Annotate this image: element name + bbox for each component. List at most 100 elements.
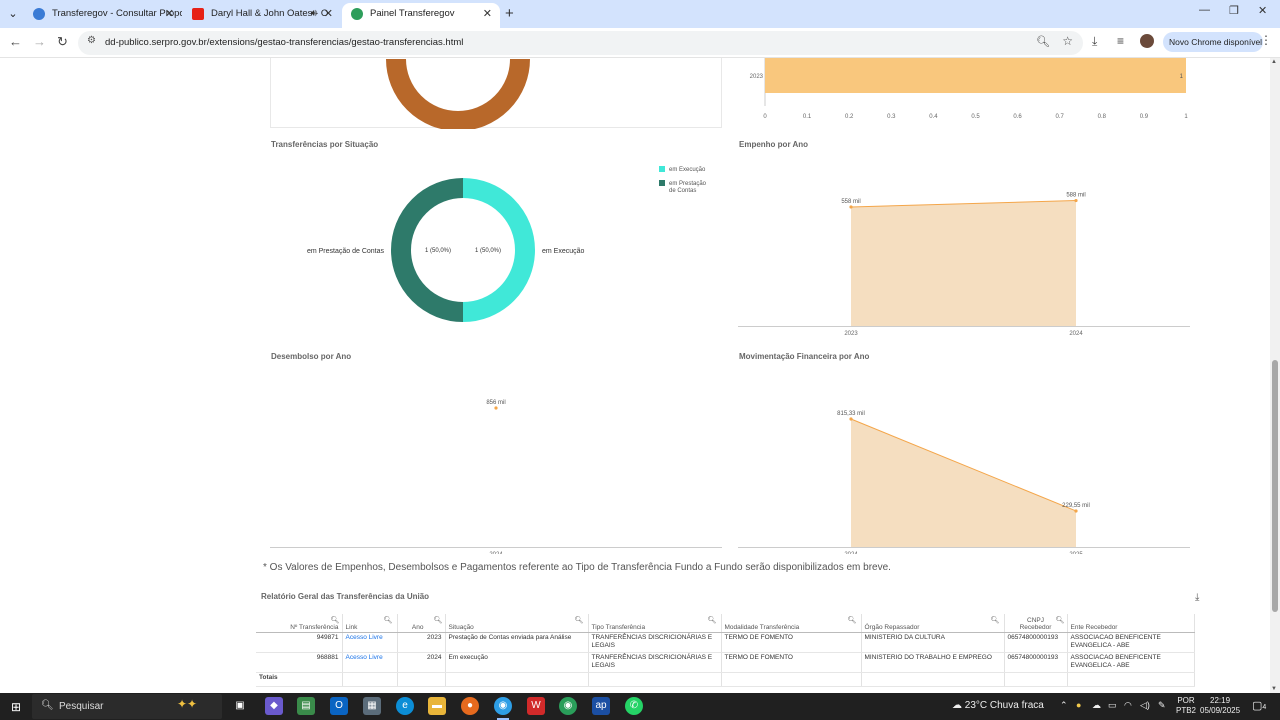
table-row[interactable]: 949871 Acesso Livre 2023 Prestação de Co…	[256, 632, 1195, 653]
minimize-icon[interactable]: —	[1199, 4, 1210, 16]
scrollbar-thumb[interactable]	[1272, 360, 1278, 612]
tab-painel-transferegov[interactable]: Painel Transferegov ✕	[342, 3, 500, 28]
point-data-label: 815,33 mil	[837, 411, 865, 417]
edge-icon[interactable]: e	[396, 697, 414, 715]
tab-youtube-music[interactable]: Daryl Hall & John Oates - O 🔊︎ ✕	[183, 3, 341, 28]
wps-office-icon[interactable]: W	[527, 697, 545, 715]
scroll-up-icon[interactable]: ▲	[1271, 59, 1277, 65]
battery-icon[interactable]: ▭	[1108, 700, 1117, 711]
weather-widget[interactable]: ☁ 23°C Chuva fraca	[952, 700, 1044, 711]
reload-icon[interactable]: ↻	[57, 34, 68, 50]
site-info-icon[interactable]: ⚙	[87, 35, 96, 46]
col-header-ente[interactable]: Ente Recebedor	[1067, 614, 1195, 633]
panel-title-desembolso: Desembolso por Ano	[271, 352, 352, 361]
search-column-icon[interactable]: 🔍︎	[434, 616, 443, 624]
search-column-icon[interactable]: 🔍︎	[708, 616, 717, 624]
url-text[interactable]: dd-publico.serpro.gov.br/extensions/gest…	[105, 37, 463, 48]
export-download-icon[interactable]: ⤓	[1195, 592, 1199, 603]
point-data-label: 229,55 mil	[1062, 503, 1090, 509]
calculator-icon[interactable]: ▦	[363, 697, 381, 715]
chrome-icon[interactable]: ◉	[494, 697, 512, 720]
col-header-orgao[interactable]: 🔍︎ Órgão Repassador	[861, 614, 1005, 633]
close-tab-icon[interactable]: ✕	[324, 3, 333, 25]
tray-app-icon[interactable]: ●	[1076, 700, 1081, 710]
transferegov-favicon-icon	[33, 8, 45, 20]
column-label: CNPJ Recebedor	[1019, 616, 1052, 631]
volume-icon[interactable]: ◁)	[1140, 700, 1150, 711]
col-header-ano[interactable]: 🔍︎ Ano	[397, 614, 446, 633]
slice-category-label: em Prestação de Contas	[307, 248, 385, 255]
tray-cloud-icon[interactable]: ☁	[1092, 700, 1101, 711]
table-row[interactable]: 968881 Acesso Livre 2024 Em execução TRA…	[256, 652, 1195, 673]
cell-situacao: Prestação de Contas enviada para Análise	[445, 632, 589, 653]
chrome-profile-icon[interactable]: ◉	[559, 697, 577, 715]
speaker-icon[interactable]: 🔊︎	[311, 3, 317, 25]
notification-icon[interactable]: ▢4	[1252, 699, 1266, 712]
forward-arrow-icon[interactable]: →	[33, 34, 46, 49]
close-tab-icon[interactable]: ✕	[483, 3, 492, 25]
download-icon[interactable]: ⤓	[1092, 34, 1097, 49]
col-header-situacao[interactable]: 🔍︎ Situação	[445, 614, 589, 633]
app-ap-icon[interactable]: ap	[592, 697, 610, 715]
file-explorer-icon[interactable]: ▬	[428, 697, 446, 715]
search-placeholder: Pesquisar	[59, 701, 104, 712]
update-chrome-button[interactable]: Novo Chrome disponível	[1163, 32, 1263, 52]
col-header-cnpj[interactable]: 🔍︎ CNPJ Recebedor	[1004, 614, 1068, 633]
task-view-icon[interactable]: ▣	[231, 697, 249, 715]
search-column-icon[interactable]: 🔍︎	[991, 616, 1000, 624]
clock[interactable]: 22:19 05/09/2025	[1200, 696, 1240, 716]
menu-kebab-icon[interactable]: ⋮	[1260, 33, 1272, 47]
outlook-icon[interactable]: O	[330, 697, 348, 715]
close-tab-icon[interactable]: ✕	[165, 3, 174, 25]
profile-avatar[interactable]	[1140, 34, 1154, 48]
col-header-numero[interactable]: 🔍︎ Nº Transferência	[256, 614, 343, 633]
close-window-icon[interactable]: ✕	[1258, 4, 1267, 17]
tab-transferegov-consultar[interactable]: Transferegov - Consultar Propo ✕	[24, 3, 182, 28]
x-tick-label: 2024	[844, 552, 858, 554]
wifi-icon[interactable]: ◠	[1124, 700, 1132, 711]
address-bar[interactable]: ⚙ dd-publico.serpro.gov.br/extensions/ge…	[78, 31, 1083, 55]
store-icon[interactable]: ▤	[297, 697, 315, 715]
windows-start-icon[interactable]: ⊞	[11, 700, 21, 714]
col-header-modalidade[interactable]: 🔍︎ Modalidade Transferência	[721, 614, 862, 633]
back-arrow-icon[interactable]: ←	[9, 34, 22, 49]
cell-orgao: MINISTERIO DA CULTURA	[861, 632, 1005, 653]
x-tick-label: 0	[763, 114, 767, 120]
search-column-icon[interactable]: 🔍︎	[331, 616, 340, 624]
copilot-icon[interactable]: ◆	[265, 697, 283, 715]
slice-data-label: 1 (50,0%)	[425, 248, 451, 254]
weather-icon: ☁	[952, 700, 962, 711]
scroll-down-icon[interactable]: ▼	[1271, 686, 1277, 692]
situacao-donut-chart: 1 (50,0%) em Execução 1 (50,0%) em Prestaçã…	[307, 166, 707, 322]
tab-search-icon[interactable]: ⌄	[4, 5, 22, 23]
zoom-icon[interactable]: 🔍︎	[1036, 35, 1050, 48]
pen-icon[interactable]: ✎	[1158, 700, 1166, 711]
panel-title-movimentacao: Movimentação Financeira por Ano	[739, 352, 870, 361]
cell-ano: 2023	[397, 632, 446, 653]
maximize-icon[interactable]: ❐	[1229, 4, 1239, 17]
taskbar-search-box[interactable]: 🔍︎ Pesquisar ✦✦	[32, 694, 222, 719]
panel-title-situacao: Transferências por Situação	[271, 140, 379, 149]
table-header-row: 🔍︎ Nº Transferência 🔍︎ Link 🔍︎ Ano 🔍︎ Situaç…	[256, 614, 1195, 633]
acesso-livre-link[interactable]: Acesso Livre	[342, 632, 398, 653]
search-column-icon[interactable]: 🔍︎	[384, 616, 393, 624]
x-tick-label: 0.6	[1013, 114, 1022, 120]
language-indicator[interactable]: POR PTB2	[1176, 696, 1196, 716]
cell-cnpj: 06574800000193	[1004, 652, 1068, 673]
tray-chevron-icon[interactable]: ⌃	[1060, 700, 1068, 711]
search-column-icon[interactable]: 🔍︎	[848, 616, 857, 624]
whatsapp-icon[interactable]: ✆	[625, 697, 643, 715]
search-column-icon[interactable]: 🔍︎	[575, 616, 584, 624]
col-header-link[interactable]: 🔍︎ Link	[342, 614, 398, 633]
firefox-icon[interactable]: ●	[461, 697, 479, 715]
page-scrollbar[interactable]: ▲ ▼	[1270, 58, 1280, 693]
search-column-icon[interactable]: 🔍︎	[1056, 616, 1065, 624]
language-code: POR	[1177, 696, 1195, 705]
cell-orgao: MINISTERIO DO TRABALHO E EMPREGO	[861, 652, 1005, 673]
col-header-tipo[interactable]: 🔍︎ Tipo Transferência	[588, 614, 722, 633]
cell-situacao: Em execução	[445, 652, 589, 673]
acesso-livre-link[interactable]: Acesso Livre	[342, 652, 398, 673]
bookmark-star-icon[interactable]: ☆	[1062, 34, 1073, 48]
new-tab-plus-icon[interactable]: +	[505, 5, 514, 23]
media-control-icon[interactable]: ≡	[1117, 34, 1124, 48]
